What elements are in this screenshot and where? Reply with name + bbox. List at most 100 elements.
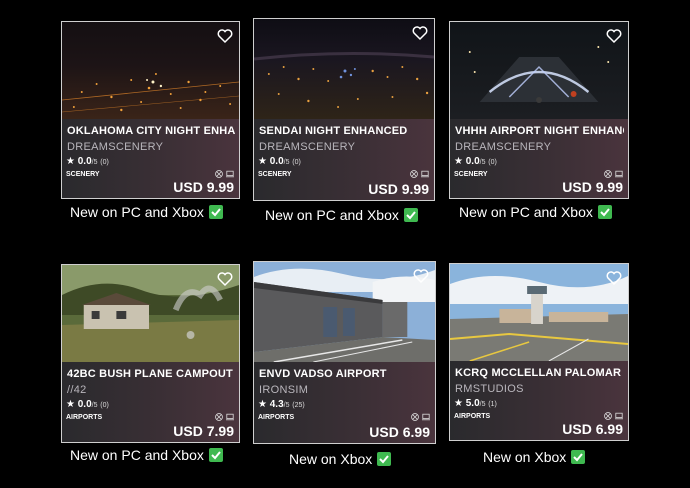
product-price: USD 9.99 — [562, 179, 623, 195]
product-category: AIRPORTS — [454, 413, 491, 420]
product-rating: ★ 0.0/5 (0) — [66, 156, 109, 167]
rating-count: (0) — [100, 402, 109, 409]
product-thumbnail — [254, 262, 435, 362]
star-icon: ★ — [454, 398, 463, 409]
product-info: SENDAI NIGHT ENHANCED DREAMSCENERY ★ 0.0… — [254, 119, 434, 200]
product-price: USD 6.99 — [562, 421, 623, 437]
xbox-icon — [604, 412, 612, 420]
rating-score: 4.3 — [269, 399, 284, 410]
product-thumbnail — [254, 19, 434, 119]
product-category: SCENERY — [258, 171, 292, 178]
rating-score: 0.0 — [465, 156, 480, 167]
availability-caption: New on PC and Xbox — [70, 204, 223, 220]
favorite-heart-icon[interactable] — [216, 270, 234, 288]
availability-caption: New on Xbox — [483, 449, 586, 465]
rating-score: 0.0 — [77, 156, 92, 167]
product-publisher: //42 — [67, 384, 87, 396]
product-publisher: IRONSIM — [259, 384, 309, 396]
check-icon — [403, 208, 418, 222]
star-icon: ★ — [454, 156, 463, 167]
check-icon — [208, 448, 223, 462]
rating-count: (0) — [100, 159, 109, 166]
caption-text: New on PC and Xbox — [70, 204, 204, 220]
favorite-heart-icon[interactable] — [605, 269, 623, 287]
platform-icons — [215, 170, 234, 178]
xbox-icon — [604, 170, 612, 178]
product-title: VHHH AIRPORT NIGHT ENHANCED — [455, 125, 624, 137]
rating-score: 5.0 — [465, 398, 480, 409]
product-card-vhhh[interactable]: VHHH AIRPORT NIGHT ENHANCED DREAMSCENERY… — [449, 21, 629, 199]
check-icon — [597, 205, 612, 219]
product-category: SCENERY — [66, 171, 100, 178]
product-title: KCRQ MCCLELLAN PALOMAR AIRPORT — [455, 367, 624, 379]
product-publisher: RMSTUDIOS — [455, 383, 524, 395]
availability-caption: New on Xbox — [289, 451, 392, 467]
availability-caption: New on PC and Xbox — [265, 207, 418, 223]
pc-icon — [226, 170, 234, 178]
caption-text: New on PC and Xbox — [70, 447, 204, 463]
product-title: ENVD VADSO AIRPORT — [259, 368, 387, 380]
caption-text: New on PC and Xbox — [459, 204, 593, 220]
availability-caption: New on PC and Xbox — [70, 447, 223, 463]
rating-count: (0) — [488, 159, 497, 166]
check-icon — [208, 205, 223, 219]
pc-icon — [615, 170, 623, 178]
product-rating: ★ 0.0/5 (0) — [454, 156, 497, 167]
rating-max: /5 — [479, 159, 486, 166]
product-category: AIRPORTS — [258, 414, 295, 421]
platform-icons — [215, 413, 234, 421]
product-price: USD 6.99 — [369, 424, 430, 440]
product-card-envd[interactable]: ENVD VADSO AIRPORT IRONSIM ★ 4.3/5 (25) … — [253, 261, 436, 444]
xbox-icon — [215, 413, 223, 421]
product-card-sendai[interactable]: SENDAI NIGHT ENHANCED DREAMSCENERY ★ 0.0… — [253, 18, 435, 201]
rating-count: (25) — [292, 402, 305, 409]
platform-icons — [411, 413, 430, 421]
product-info: VHHH AIRPORT NIGHT ENHANCED DREAMSCENERY… — [450, 119, 628, 198]
rating-score: 0.0 — [77, 399, 92, 410]
product-card-kcrq[interactable]: KCRQ MCCLELLAN PALOMAR AIRPORT RMSTUDIOS… — [449, 263, 629, 441]
rating-count: (0) — [292, 159, 301, 166]
favorite-heart-icon[interactable] — [605, 27, 623, 45]
rating-max: /5 — [479, 401, 486, 408]
product-card-42bc[interactable]: 42BC BUSH PLANE CAMPOUT //42 ★ 0.0/5 (0)… — [61, 264, 240, 443]
product-rating: ★ 4.3/5 (25) — [258, 399, 305, 410]
product-info: 42BC BUSH PLANE CAMPOUT //42 ★ 0.0/5 (0)… — [62, 362, 239, 442]
rating-score: 0.0 — [269, 156, 284, 167]
product-category: SCENERY — [454, 171, 488, 178]
platform-icons — [604, 170, 623, 178]
product-info: OKLAHOMA CITY NIGHT ENHANCED DREAMSCENER… — [62, 119, 239, 198]
star-icon: ★ — [66, 399, 75, 410]
product-info: ENVD VADSO AIRPORT IRONSIM ★ 4.3/5 (25) … — [254, 362, 435, 443]
product-price: USD 9.99 — [173, 179, 234, 195]
product-publisher: DREAMSCENERY — [259, 141, 356, 153]
pc-icon — [226, 413, 234, 421]
favorite-heart-icon[interactable] — [412, 267, 430, 285]
check-icon — [377, 452, 392, 466]
product-price: USD 7.99 — [173, 423, 234, 439]
product-publisher: DREAMSCENERY — [455, 141, 552, 153]
favorite-heart-icon[interactable] — [411, 24, 429, 42]
product-thumbnail — [62, 22, 239, 119]
product-thumbnail — [450, 22, 628, 119]
availability-caption: New on PC and Xbox — [459, 204, 612, 220]
product-info: KCRQ MCCLELLAN PALOMAR AIRPORT RMSTUDIOS… — [450, 361, 628, 440]
platform-icons — [604, 412, 623, 420]
check-icon — [571, 450, 586, 464]
product-title: SENDAI NIGHT ENHANCED — [259, 125, 408, 137]
pc-icon — [422, 413, 430, 421]
product-card-oklahoma[interactable]: OKLAHOMA CITY NIGHT ENHANCED DREAMSCENER… — [61, 21, 240, 199]
product-title: OKLAHOMA CITY NIGHT ENHANCED — [67, 125, 235, 137]
pc-icon — [615, 412, 623, 420]
product-thumbnail — [62, 265, 239, 362]
star-icon: ★ — [258, 399, 267, 410]
favorite-heart-icon[interactable] — [216, 27, 234, 45]
product-rating: ★ 5.0/5 (1) — [454, 398, 497, 409]
product-rating: ★ 0.0/5 (0) — [258, 156, 301, 167]
rating-max: /5 — [91, 402, 98, 409]
rating-max: /5 — [283, 402, 290, 409]
xbox-icon — [411, 413, 419, 421]
rating-max: /5 — [283, 159, 290, 166]
product-title: 42BC BUSH PLANE CAMPOUT — [67, 368, 233, 380]
platform-icons — [410, 170, 429, 178]
product-rating: ★ 0.0/5 (0) — [66, 399, 109, 410]
